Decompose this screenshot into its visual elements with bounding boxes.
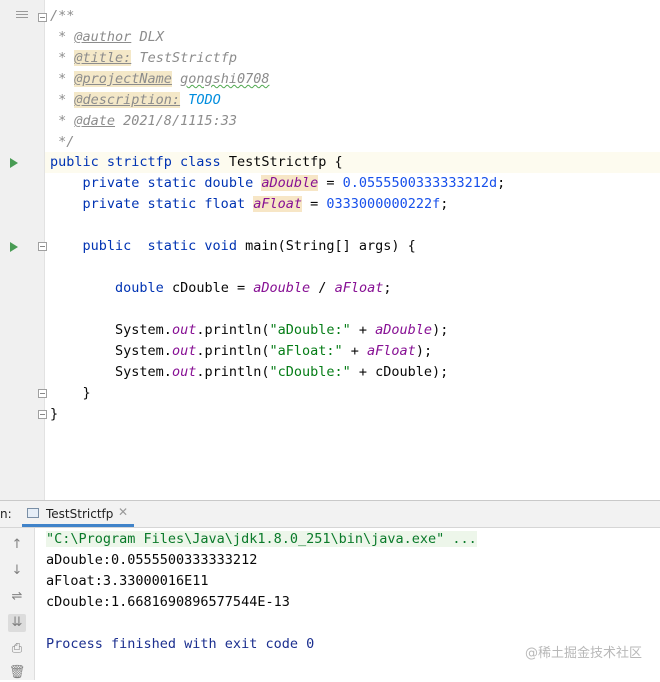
structure-icon[interactable] bbox=[16, 11, 28, 20]
local-end: ; bbox=[383, 280, 392, 296]
print1-var: aDouble bbox=[375, 322, 433, 338]
print1-string: "aDouble:" bbox=[269, 322, 351, 338]
doc-title-value: TestStrictfp bbox=[139, 50, 237, 66]
print-line-1: System.out.println("aDouble:" + aDouble)… bbox=[50, 320, 448, 341]
class-close-brace: } bbox=[50, 406, 59, 422]
print1-plus: + bbox=[350, 322, 376, 338]
console-command-line: "C:\Program Files\Java\jdk1.8.0_251\bin\… bbox=[46, 529, 477, 550]
print2-plus: + bbox=[342, 343, 368, 359]
run-toolbar: ↑ ↓ ⇌ ⇊ ⎙ 🗑 bbox=[0, 528, 35, 680]
scroll-to-end-icon[interactable]: ⇊ bbox=[8, 614, 26, 632]
field2-name: aFloat bbox=[253, 196, 302, 212]
field1-eq: = bbox=[326, 175, 335, 191]
close-icon[interactable]: ✕ bbox=[118, 505, 128, 519]
class-declaration: public strictfp class TestStrictfp { bbox=[50, 152, 343, 173]
fold-toggle-doc[interactable] bbox=[38, 13, 47, 22]
doc-close-text: */ bbox=[58, 134, 75, 150]
print2-var: aFloat bbox=[367, 343, 416, 359]
local-div: / bbox=[318, 280, 327, 296]
print2-prefix: System. bbox=[115, 343, 172, 359]
down-arrow-icon[interactable]: ↓ bbox=[8, 562, 26, 580]
print1-method: .println( bbox=[196, 322, 270, 338]
field2-keywords: private static float bbox=[82, 196, 246, 212]
console-icon bbox=[27, 508, 39, 518]
method-close-text: } bbox=[82, 385, 91, 401]
main-signature: main(String[] args) { bbox=[245, 238, 416, 254]
doc-author-value: DLX bbox=[139, 29, 164, 45]
soft-wrap-icon[interactable]: ⇌ bbox=[8, 588, 26, 606]
local-operand-a: aDouble bbox=[253, 280, 311, 296]
console-command: "C:\Program Files\Java\jdk1.8.0_251\bin\… bbox=[46, 531, 477, 547]
doc-date-line: * @date 2021/8/1115:33 bbox=[50, 113, 237, 129]
print3-out: out bbox=[171, 364, 197, 380]
run-main-icon[interactable] bbox=[10, 242, 18, 252]
fold-toggle-main[interactable] bbox=[38, 242, 47, 251]
run-panel-prefix: n: bbox=[0, 507, 12, 521]
field-adouble-line: private static double aDouble = 0.055550… bbox=[82, 175, 506, 191]
print1-close: ); bbox=[432, 322, 449, 338]
print1-out: out bbox=[171, 322, 197, 338]
print2-out: out bbox=[171, 343, 197, 359]
local-operand-b: aFloat bbox=[334, 280, 384, 296]
code-editor[interactable]: /** * @author DLX * @title: TestStrictfp… bbox=[0, 0, 660, 500]
doc-description-tag: @description: bbox=[74, 92, 181, 108]
fold-toggle-class-end[interactable] bbox=[38, 410, 47, 419]
doc-description-line: * @description: TODO bbox=[50, 92, 221, 108]
field1-name: aDouble bbox=[261, 175, 319, 191]
doc-title-tag: @title: bbox=[74, 50, 132, 66]
doc-description-value: TODO bbox=[188, 92, 221, 108]
doc-project-line: * @projectName gongshi0708 bbox=[50, 71, 270, 87]
print3-prefix: System. bbox=[115, 364, 172, 380]
field2-value: 0333000000222f bbox=[326, 196, 441, 212]
print-line-2: System.out.println("aFloat:" + aFloat); bbox=[50, 341, 432, 362]
doc-project-value: gongshi0708 bbox=[180, 71, 270, 87]
print3-method: .println( bbox=[196, 364, 270, 380]
field1-keywords: private static double bbox=[82, 175, 254, 191]
print3-string: "cDouble:" bbox=[269, 364, 351, 380]
local-var-line: double cDouble = aDouble / aFloat; bbox=[50, 278, 392, 299]
doc-title-line: * @title: TestStrictfp bbox=[50, 50, 237, 66]
doc-author-tag: @author bbox=[74, 29, 132, 45]
console-output-line-2: aFloat:3.33000016E11 bbox=[46, 573, 209, 589]
print3-rest: + cDouble); bbox=[350, 364, 449, 380]
local-keyword: double bbox=[115, 280, 164, 296]
tab-teststrictfp[interactable]: TestStrictfp ✕ bbox=[22, 501, 134, 527]
doc-date-tag: @date bbox=[74, 113, 116, 129]
watermark: @稀土掘金技术社区 bbox=[524, 646, 642, 661]
print-icon[interactable]: ⎙ bbox=[8, 640, 26, 658]
print-line-3: System.out.println("cDouble:" + cDouble)… bbox=[50, 362, 448, 383]
print2-method: .println( bbox=[196, 343, 270, 359]
console-output-line-3: cDouble:1.6681690896577544E-13 bbox=[46, 594, 290, 610]
local-expr: cDouble = bbox=[171, 280, 246, 296]
field-afloat-line: private static float aFloat = 0333000000… bbox=[82, 196, 449, 212]
method-close-brace: } bbox=[50, 383, 91, 404]
trash-icon[interactable]: 🗑 bbox=[8, 664, 26, 682]
class-keywords: public strictfp class bbox=[50, 154, 221, 170]
fold-toggle-main-end[interactable] bbox=[38, 389, 47, 398]
run-tab-bar: n: TestStrictfp ✕ bbox=[0, 501, 660, 528]
class-name: TestStrictfp { bbox=[228, 154, 343, 170]
doc-author-line: * @author DLX bbox=[50, 29, 164, 45]
doc-close: */ bbox=[50, 132, 74, 153]
run-class-icon[interactable] bbox=[10, 158, 18, 168]
console-output-line-1: aDouble:0.0555500333333212 bbox=[46, 552, 258, 568]
editor-gutter bbox=[0, 0, 47, 500]
doc-open: /** bbox=[50, 8, 75, 24]
tab-label: TestStrictfp bbox=[46, 507, 114, 521]
console-process-finished: Process finished with exit code 0 bbox=[46, 636, 315, 652]
field2-eq: = bbox=[310, 196, 319, 212]
main-keywords: public static void bbox=[82, 238, 237, 254]
print2-close: ); bbox=[415, 343, 433, 359]
field1-value: 0.0555500333333212d bbox=[342, 175, 498, 191]
doc-project-tag: @projectName bbox=[74, 71, 172, 87]
main-method-line: public static void main(String[] args) { bbox=[50, 236, 416, 257]
run-panel: n: TestStrictfp ✕ ↑ ↓ ⇌ ⇊ ⎙ 🗑 "C:\Progra… bbox=[0, 500, 660, 680]
doc-date-value: 2021/8/1115:33 bbox=[123, 113, 237, 129]
print2-string: "aFloat:" bbox=[269, 343, 343, 359]
print1-prefix: System. bbox=[115, 322, 172, 338]
up-arrow-icon[interactable]: ↑ bbox=[8, 536, 26, 554]
